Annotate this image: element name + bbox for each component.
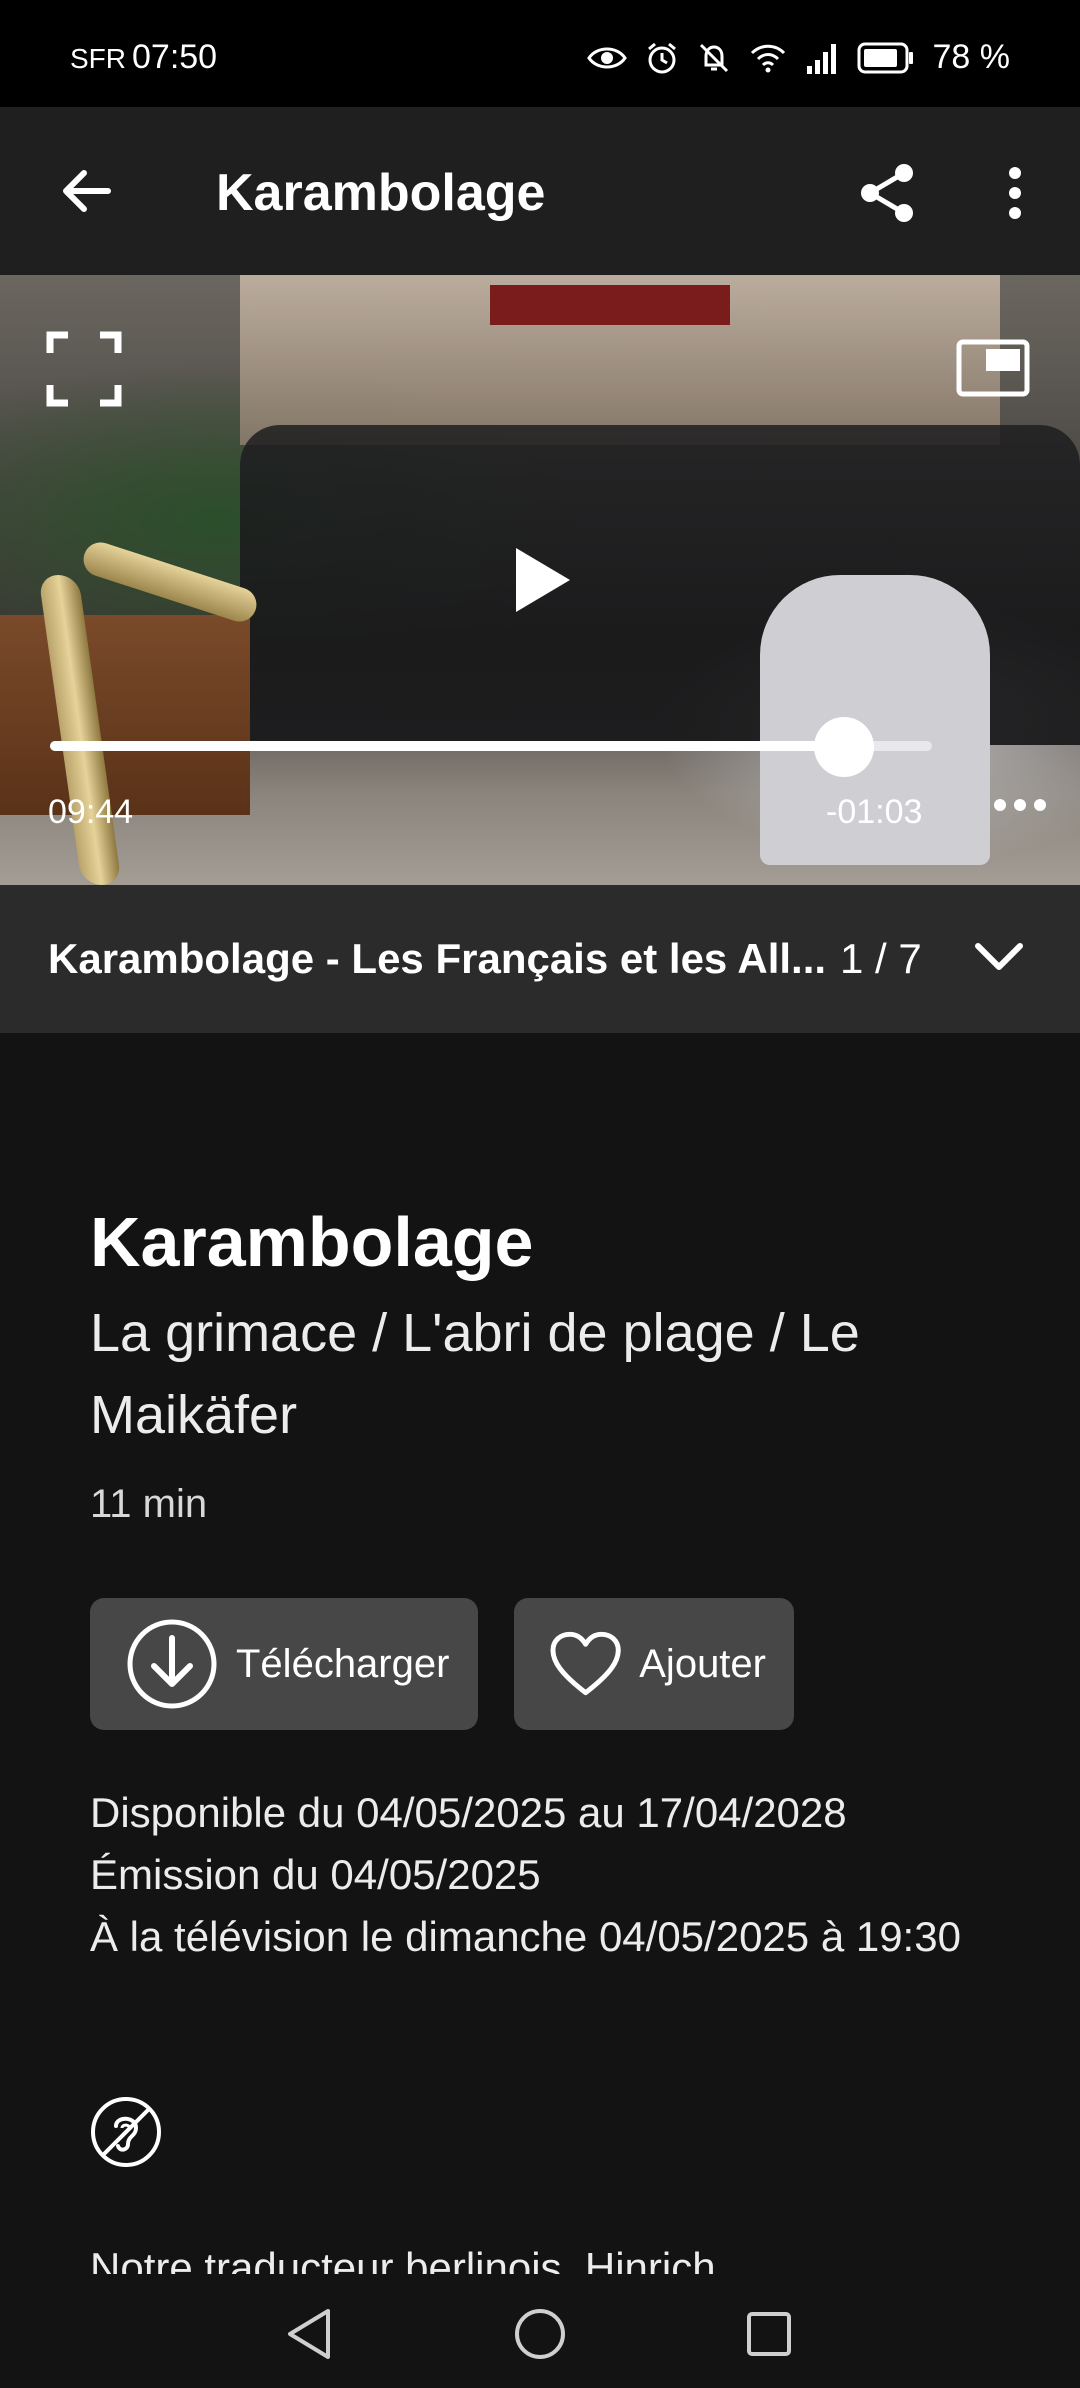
description-text: Notre traducteur berlinois, Hinrich — [90, 2244, 716, 2274]
availability-range: Disponible du 04/05/2025 au 17/04/2028 — [90, 1789, 847, 1836]
carrier-label: SFR — [70, 43, 126, 74]
playlist-title: Karambolage - Les Français et les All... — [48, 935, 827, 982]
triangle-back-icon — [288, 2309, 330, 2359]
status-left: SFR 07:50 — [70, 38, 217, 77]
clock: 07:50 — [132, 38, 218, 76]
program-subtitle: La grimace / L'abri de plage / Le Maikäf… — [90, 1303, 860, 1445]
mute-icon — [697, 41, 731, 75]
video-player[interactable]: 09:44 -01:03 — [0, 275, 1080, 885]
nav-home-button[interactable] — [495, 2294, 585, 2374]
elapsed-time: 09:44 — [48, 793, 134, 831]
program-title: Karambolage — [90, 1203, 534, 1281]
more-horizontal-icon[interactable] — [990, 787, 1050, 823]
battery-icon — [857, 42, 915, 74]
alarm-icon — [645, 41, 679, 75]
download-icon — [127, 1619, 217, 1709]
more-vertical-icon — [1009, 167, 1021, 219]
picture-in-picture-icon[interactable] — [956, 339, 1030, 397]
square-recents-icon — [747, 2312, 791, 2356]
playlist-bar[interactable]: Karambolage - Les Français et les All...… — [0, 885, 1080, 1033]
share-button[interactable] — [846, 151, 930, 235]
nav-back-button[interactable] — [264, 2294, 354, 2374]
system-nav-bar — [0, 2274, 1080, 2388]
share-icon — [861, 164, 913, 222]
seek-bar-thumb[interactable] — [813, 717, 874, 777]
download-label: Télécharger — [236, 1641, 450, 1686]
video-frame-railing-top — [79, 538, 261, 626]
arrow-left-icon — [63, 170, 111, 212]
download-button[interactable]: Télécharger — [90, 1598, 478, 1730]
battery-percent: 78 % — [932, 38, 1011, 76]
video-frame-planter — [0, 615, 250, 815]
playlist-count: 1 / 7 — [840, 935, 922, 982]
app-bar: Karambolage — [0, 107, 1080, 275]
action-buttons: Télécharger Ajouter — [90, 1598, 794, 1730]
seek-bar[interactable] — [50, 741, 932, 751]
eye-icon — [586, 44, 627, 72]
program-description: Notre traducteur berlinois, Hinrich — [90, 2240, 1010, 2274]
back-button[interactable] — [46, 151, 126, 231]
play-icon[interactable] — [500, 540, 580, 620]
program-info: Karambolage La grimace / L'abri de plage… — [90, 1200, 1010, 1527]
add-favorite-button[interactable]: Ajouter — [514, 1598, 794, 1730]
tv-broadcast-info: À la télévision le dimanche 04/05/2025 à… — [90, 1913, 961, 1960]
more-options-button[interactable] — [975, 151, 1055, 235]
wifi-icon — [749, 42, 787, 74]
chevron-down-icon — [975, 943, 1023, 970]
status-right: 78 % — [586, 38, 1011, 77]
playlist-expand-button[interactable] — [964, 921, 1034, 991]
heart-icon — [550, 1631, 621, 1696]
program-duration: 11 min — [90, 1482, 208, 1526]
audio-description-icon — [91, 2097, 161, 2167]
status-bar: SFR 07:50 78 % — [0, 0, 1080, 107]
circle-home-icon — [515, 2309, 565, 2359]
nav-recents-button[interactable] — [724, 2294, 814, 2374]
availability-info: Disponible du 04/05/2025 au 17/04/2028 É… — [90, 1782, 1010, 1968]
video-frame-sign — [490, 285, 730, 325]
signal-icon — [805, 42, 839, 74]
seek-bar-progress — [50, 741, 844, 751]
remaining-time: -01:03 — [826, 793, 923, 831]
add-label: Ajouter — [639, 1641, 766, 1686]
app-title: Karambolage — [216, 164, 546, 222]
broadcast-date: Émission du 04/05/2025 — [90, 1851, 541, 1898]
fullscreen-icon[interactable] — [46, 331, 122, 407]
